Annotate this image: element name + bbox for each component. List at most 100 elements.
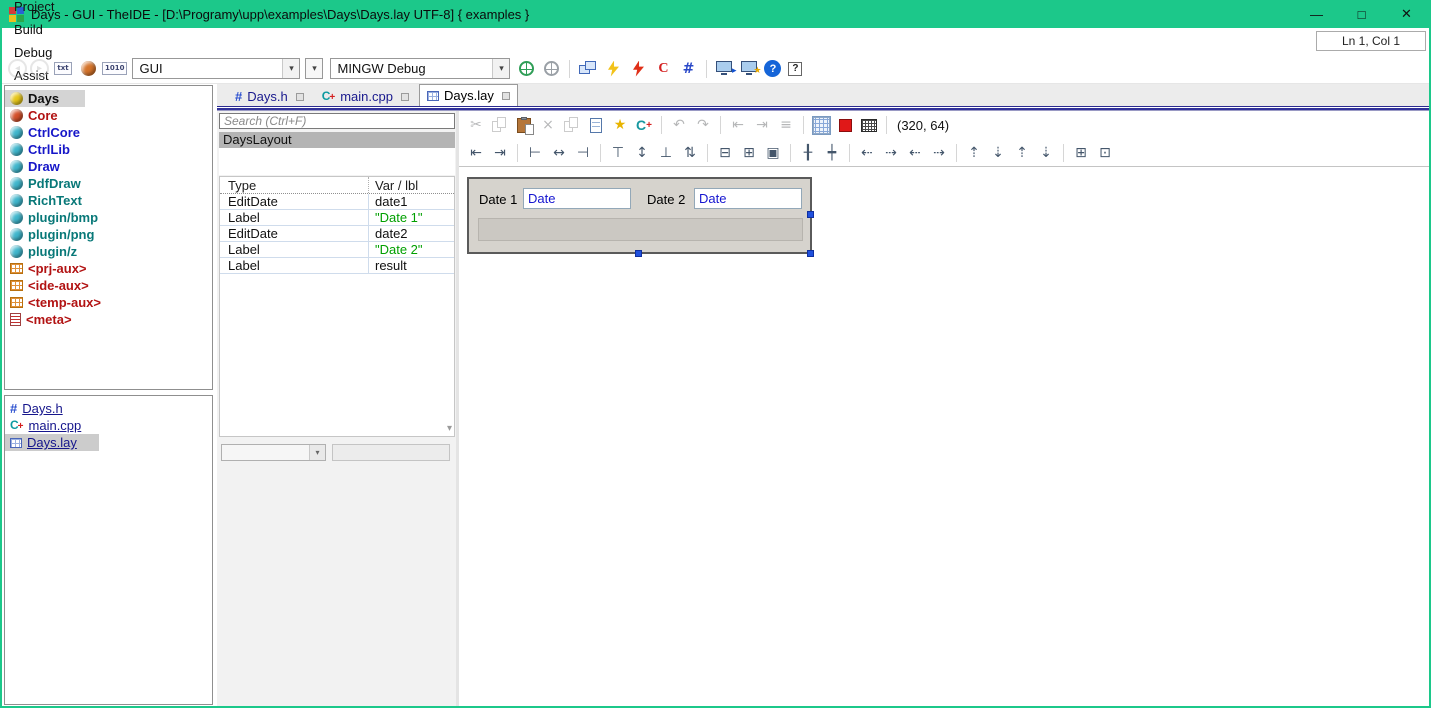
chevron-down-icon[interactable]: ▾	[492, 59, 509, 78]
package-item[interactable]: Days	[5, 90, 212, 107]
item-property-combo[interactable]: ▾	[221, 444, 326, 461]
tab-days-lay[interactable]: Days.lay	[419, 84, 518, 106]
resize-handle-bottom-right[interactable]	[807, 250, 814, 257]
align-left-icon[interactable]: ⊢	[524, 142, 546, 164]
redo-icon[interactable]: ↷	[692, 114, 714, 136]
file-item[interactable]: C+main.cpp	[5, 417, 212, 434]
center-vertically-icon[interactable]: ↕	[631, 142, 653, 164]
package-item[interactable]: CtrlCore	[5, 124, 212, 141]
package-item[interactable]: PdfDraw	[5, 175, 212, 192]
same-width-icon[interactable]: ⊟	[714, 142, 736, 164]
item-row[interactable]: Label"Date 1"	[220, 210, 454, 226]
item-row[interactable]: Labelresult	[220, 258, 454, 274]
duplicate-icon[interactable]	[561, 114, 583, 136]
sync-repositories-icon[interactable]	[515, 58, 537, 80]
equal-horizontal-spacing-icon[interactable]: ⇠	[856, 142, 878, 164]
layout-list-item[interactable]: DaysLayout	[219, 132, 455, 148]
cut-icon[interactable]: ✂	[465, 114, 487, 136]
package-item[interactable]: plugin/z	[5, 243, 212, 260]
align-right-icon[interactable]: ⊣	[572, 142, 594, 164]
package-item[interactable]: plugin/bmp	[5, 209, 212, 226]
copy-icon[interactable]	[489, 114, 511, 136]
file-item[interactable]: Days.lay	[5, 434, 212, 451]
decrease-horizontal-spacing-icon[interactable]: ⇠	[904, 142, 926, 164]
design-canvas[interactable]: Date 1 Date Date 2 Date	[459, 167, 1429, 706]
package-item[interactable]: <prj-aux>	[5, 260, 212, 277]
package-mode-icon[interactable]	[77, 58, 99, 80]
align-left-edge-icon[interactable]: ⇤	[465, 142, 487, 164]
decrease-vertical-spacing-icon[interactable]: ⇡	[1011, 142, 1033, 164]
align-right-edge-icon[interactable]: ⇥	[489, 142, 511, 164]
package-item[interactable]: Core	[5, 107, 212, 124]
date1-edit-ctrl[interactable]: Date	[523, 188, 631, 209]
add-item-icon[interactable]: ★	[609, 114, 631, 136]
center-horizontally-icon[interactable]: ↔	[548, 142, 570, 164]
build-method-combo[interactable]: MINGW Debug▾	[330, 58, 510, 79]
tab-status-box[interactable]	[401, 93, 409, 101]
execute-icon[interactable]: ▸	[714, 58, 736, 80]
resize-handle-bottom[interactable]	[635, 250, 642, 257]
delete-icon[interactable]: ×	[537, 114, 559, 136]
remove-horizontal-spacing-icon[interactable]: ⇢	[928, 142, 950, 164]
date2-edit-ctrl[interactable]: Date	[694, 188, 802, 209]
text-file-mode-icon[interactable]: txt	[52, 58, 74, 80]
item-row[interactable]: EditDatedate1	[220, 194, 454, 210]
item-row[interactable]: EditDatedate2	[220, 226, 454, 242]
minimize-button[interactable]: —	[1294, 0, 1339, 28]
layout-search-input[interactable]	[219, 113, 455, 129]
undo-icon[interactable]: ↶	[668, 114, 690, 136]
move-item-down-icon[interactable]: ⇥	[751, 114, 773, 136]
help-topics-icon[interactable]: ?	[764, 60, 781, 77]
table-scroll-down-icon[interactable]: ▾	[447, 423, 452, 434]
close-button[interactable]: ✕	[1384, 0, 1429, 28]
menu-item-project[interactable]: Project	[6, 0, 62, 18]
resize-handle-right[interactable]	[807, 211, 814, 218]
binary-mode-icon[interactable]: 1010	[102, 58, 127, 80]
center-horizontal-in-parent-icon[interactable]: ╂	[797, 142, 819, 164]
center-vertical-in-parent-icon[interactable]: ┿	[821, 142, 843, 164]
increase-vertical-spacing-icon[interactable]: ⇣	[987, 142, 1009, 164]
tab-status-box[interactable]	[502, 92, 510, 100]
tab-days-h[interactable]: #Days.h	[227, 86, 312, 106]
package-item[interactable]: RichText	[5, 192, 212, 209]
preprocess-file-icon[interactable]: #	[677, 58, 699, 80]
date1-label-ctrl[interactable]: Date 1	[479, 192, 517, 207]
maximize-button[interactable]: □	[1339, 0, 1384, 28]
menu-item-build[interactable]: Build	[6, 18, 62, 41]
preview-layout-icon[interactable]: ⊡	[1094, 142, 1116, 164]
edit-source-icon[interactable]	[585, 114, 607, 136]
date2-label-ctrl[interactable]: Date 2	[647, 192, 685, 207]
layout-status-color-icon[interactable]	[834, 114, 856, 136]
tab-main-cpp[interactable]: C+main.cpp	[314, 86, 417, 106]
cpp-code-icon[interactable]: C+	[633, 114, 655, 136]
move-item-up-icon[interactable]: ⇤	[727, 114, 749, 136]
file-item[interactable]: #Days.h	[5, 400, 212, 417]
same-height-icon[interactable]: ⊞	[738, 142, 760, 164]
package-item[interactable]: CtrlLib	[5, 141, 212, 158]
sizing-grid-icon[interactable]	[858, 114, 880, 136]
chevron-down-icon[interactable]: ▾	[282, 59, 299, 78]
open-windows-icon[interactable]	[577, 58, 599, 80]
align-bottom-icon[interactable]: ⊥	[655, 142, 677, 164]
same-size-icon[interactable]: ▣	[762, 142, 784, 164]
debug-build-icon[interactable]	[627, 58, 649, 80]
renumber-items-icon[interactable]: ≡	[775, 114, 797, 136]
sync-repositories-alt-icon[interactable]	[540, 58, 562, 80]
paste-icon[interactable]	[513, 114, 535, 136]
context-help-icon[interactable]: ?	[784, 58, 806, 80]
equal-vertical-spacing-icon[interactable]: ⇡	[963, 142, 985, 164]
align-top-icon[interactable]: ⊤	[607, 142, 629, 164]
navigate-forward-icon[interactable]: ▸	[30, 59, 49, 78]
navigate-back-icon[interactable]: ◂	[8, 59, 27, 78]
main-package-combo[interactable]: GUI▾	[132, 58, 300, 79]
compile-file-icon[interactable]: C	[652, 58, 674, 80]
remove-vertical-spacing-icon[interactable]: ⇣	[1035, 142, 1057, 164]
build-package-icon[interactable]	[602, 58, 624, 80]
result-label-ctrl[interactable]	[478, 218, 803, 241]
designed-dialog[interactable]: Date 1 Date Date 2 Date	[467, 177, 812, 254]
increase-horizontal-spacing-icon[interactable]: ⇢	[880, 142, 902, 164]
swap-vertical-icon[interactable]: ⇅	[679, 142, 701, 164]
execute-advanced-icon[interactable]: ★	[739, 58, 761, 80]
snap-to-grid-icon[interactable]: ⊞	[1070, 142, 1092, 164]
package-menu-button[interactable]: ▾	[305, 58, 323, 79]
